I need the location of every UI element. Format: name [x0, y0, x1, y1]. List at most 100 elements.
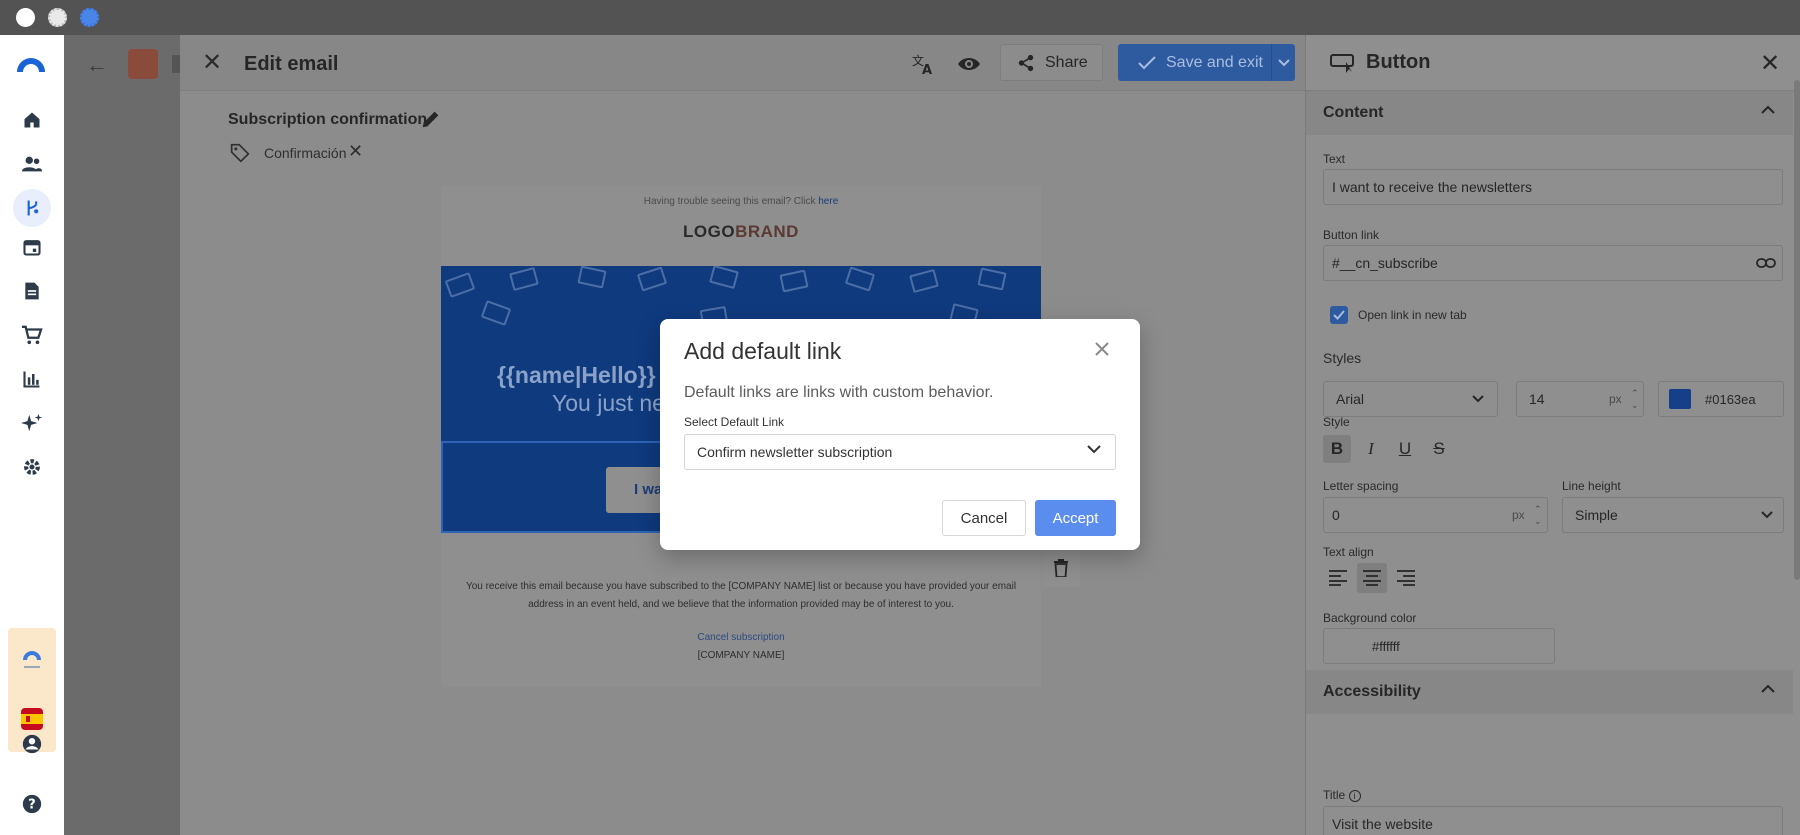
close-editor-icon[interactable]: ✕: [202, 51, 222, 75]
logo-part-1: LOGO: [683, 222, 736, 241]
stepper-down-icon[interactable]: ⌄: [1534, 504, 1542, 538]
font-size-stepper[interactable]: 14 px ⌃ ⌄: [1516, 381, 1644, 417]
window-minimize-dot[interactable]: [48, 8, 67, 27]
bold-button[interactable]: B: [1323, 435, 1351, 463]
accept-button[interactable]: Accept: [1035, 500, 1116, 536]
letter-spacing-stepper[interactable]: 0 px ⌃ ⌄: [1323, 497, 1548, 533]
text-align-label: Text align: [1323, 545, 1374, 559]
window-titlebar: [0, 0, 1800, 35]
document-icon[interactable]: [20, 279, 44, 303]
content-section-header[interactable]: Content: [1306, 91, 1793, 135]
calendar-icon[interactable]: [20, 235, 44, 259]
background-color-label: Background color: [1323, 611, 1417, 625]
panel-scrollbar[interactable]: [1794, 80, 1800, 580]
line-height-select[interactable]: Simple: [1562, 497, 1784, 533]
email-subject: Subscription confirmation: [228, 111, 428, 128]
font-size-value: 14: [1529, 391, 1545, 407]
accessibility-section-title: Accessibility: [1323, 683, 1421, 700]
background-color-picker[interactable]: #ffffff: [1323, 628, 1555, 664]
cancel-button[interactable]: Cancel: [942, 500, 1026, 536]
email-footer-text: You receive this email because you have …: [465, 581, 1017, 610]
user-account-icon[interactable]: [20, 732, 44, 756]
chevron-up-icon: [1761, 684, 1775, 693]
text-color-value: #0163ea: [1705, 392, 1756, 407]
align-left-icon[interactable]: [1323, 563, 1353, 593]
contacts-icon[interactable]: [20, 152, 44, 176]
accessibility-title-input[interactable]: Visit the website: [1323, 806, 1783, 835]
share-button[interactable]: Share: [1000, 44, 1103, 81]
envelope-icon: [977, 267, 1007, 291]
envelope-icon: [444, 272, 476, 298]
banner-subline: You just ne: [552, 390, 665, 416]
chevron-down-icon: [1277, 58, 1290, 66]
save-options-dropdown[interactable]: [1271, 44, 1295, 81]
accessibility-section-header[interactable]: Accessibility: [1306, 670, 1793, 714]
left-navigation: ?: [0, 35, 64, 835]
font-family-select[interactable]: Arial: [1323, 381, 1498, 417]
checkmark-icon: [1333, 310, 1345, 320]
link-icon[interactable]: [1756, 256, 1776, 270]
delete-block-trash-icon[interactable]: [1042, 549, 1080, 587]
back-arrow-icon: ←: [86, 52, 108, 77]
italic-button[interactable]: I: [1357, 435, 1385, 463]
align-center-icon[interactable]: [1357, 563, 1387, 593]
content-section-title: Content: [1323, 104, 1384, 121]
cancel-subscription-link[interactable]: Cancel subscription: [441, 632, 1041, 643]
envelope-icon: [577, 266, 607, 289]
cart-icon[interactable]: [20, 323, 44, 347]
automation-icon[interactable]: [13, 189, 51, 227]
text-label: Text: [1323, 152, 1346, 166]
translate-icon[interactable]: 文A: [910, 51, 936, 77]
settings-gear-icon[interactable]: [20, 455, 44, 479]
window-maximize-dot[interactable]: [80, 8, 99, 27]
share-label: Share: [1045, 53, 1088, 71]
view-online-link[interactable]: here: [818, 196, 838, 207]
envelope-icon: [480, 300, 512, 326]
font-size-unit: px: [1609, 392, 1622, 406]
background-page: ←: [64, 35, 180, 835]
home-icon[interactable]: [20, 108, 44, 132]
analytics-icon[interactable]: [20, 367, 44, 391]
select-default-link-label: Select Default Link: [684, 415, 785, 429]
letter-spacing-label: Letter spacing: [1323, 479, 1399, 493]
modal-close-icon[interactable]: [1088, 335, 1116, 363]
panel-title: Button: [1366, 51, 1431, 73]
share-icon: [1018, 54, 1034, 71]
view-online-text: Having trouble seeing this email? Click …: [441, 196, 1041, 207]
stepper-down-icon[interactable]: ⌄: [1631, 388, 1639, 422]
email-thumbnail: [128, 49, 158, 79]
help-icon[interactable]: ?: [20, 792, 44, 816]
styles-label: Styles: [1323, 350, 1362, 366]
save-and-exit-button[interactable]: Save and exit: [1118, 44, 1271, 81]
default-link-select[interactable]: Confirm newsletter subscription: [684, 434, 1116, 470]
company-name: [COMPANY NAME]: [697, 650, 785, 661]
svg-text:A: A: [922, 63, 932, 76]
strikethrough-button[interactable]: S: [1425, 435, 1453, 463]
button-link-label: Button link: [1323, 228, 1380, 242]
save-label: Save and exit: [1166, 53, 1263, 71]
button-text-input[interactable]: I want to receive the newsletters: [1323, 169, 1783, 205]
info-icon[interactable]: i: [1348, 789, 1361, 802]
open-new-tab-checkbox[interactable]: [1330, 306, 1348, 324]
color-swatch: [1669, 389, 1691, 409]
spain-flag-icon[interactable]: [21, 708, 43, 730]
window-close-dot[interactable]: [16, 8, 35, 27]
trouble-text: Having trouble seeing this email? Click: [643, 196, 816, 207]
logo-part-2: BRAND: [735, 222, 799, 241]
align-right-icon[interactable]: [1391, 563, 1421, 593]
underline-button[interactable]: U: [1391, 435, 1419, 463]
modal-description: Default links are links with custom beha…: [684, 384, 994, 401]
preview-eye-icon[interactable]: [956, 51, 982, 77]
edit-pencil-icon[interactable]: [420, 108, 442, 135]
remove-tag-icon[interactable]: ✕: [348, 141, 363, 162]
tag-icon: [230, 143, 250, 168]
button-link-input[interactable]: #__cn_subscribe: [1323, 245, 1783, 281]
modal-title: Add default link: [684, 338, 842, 364]
sparkles-icon[interactable]: [20, 411, 44, 435]
font-family-value: Arial: [1336, 391, 1365, 407]
text-color-picker[interactable]: #0163ea: [1658, 381, 1784, 417]
app-logo-icon[interactable]: [14, 52, 48, 74]
chevron-up-icon: [1761, 105, 1775, 114]
letter-spacing-unit: px: [1512, 508, 1525, 522]
close-panel-icon[interactable]: ✕: [1760, 49, 1780, 78]
